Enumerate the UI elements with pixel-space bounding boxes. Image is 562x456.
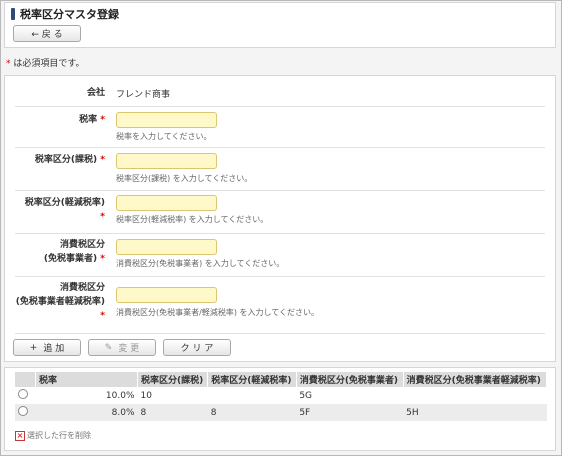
consumption-exempt-reduced-hint: 消費税区分(免税事業者/軽減税率) を入力してください。	[116, 308, 319, 317]
cell-exempt: 5G	[299, 390, 313, 401]
tax-class-taxable-label: 税率区分(課税) *	[34, 155, 105, 165]
row-select[interactable]	[15, 404, 36, 421]
company-row: 会社 フレンド商事	[15, 80, 545, 107]
tax-class-reduced-hint: 税率区分(軽減税率) を入力してください。	[116, 215, 269, 224]
cell-reduced: 8	[207, 404, 297, 421]
consumption-exempt-reduced-input[interactable]	[116, 287, 217, 303]
header-exempt: 消費税区分(免税事業者)	[296, 372, 404, 387]
tax-class-taxable-input[interactable]	[116, 153, 217, 169]
pencil-icon: ✎	[104, 342, 113, 353]
title-accent-bar	[11, 8, 15, 20]
consumption-exempt-row: 消費税区分 (免税事業者) * 消費税区分(免税事業者) を入力してください。	[15, 234, 545, 277]
consumption-exempt-input[interactable]	[116, 239, 217, 255]
required-note: * は必須項目です。	[6, 56, 84, 69]
add-button[interactable]: + 追 加	[13, 339, 81, 356]
clear-button[interactable]: ク リ ア	[163, 339, 231, 356]
company-label: 会社	[86, 88, 105, 98]
plus-icon: +	[29, 342, 38, 353]
tax-rate-hint: 税率を入力してください。	[116, 132, 212, 141]
cell-exempt-reduced: 5H	[403, 404, 547, 421]
row-select[interactable]	[15, 387, 36, 404]
header-exempt-reduced: 消費税区分(免税事業者軽減税率)	[403, 372, 548, 387]
tax-class-taxable-hint: 税率区分(課税) を入力してください。	[116, 174, 253, 183]
cell-rate: 8.0%	[35, 404, 138, 421]
tax-rate-label: 税率 *	[79, 115, 105, 125]
page-title: 税率区分マスタ登録	[20, 8, 119, 21]
table-row[interactable]: 10.0% 10 5G	[15, 387, 547, 404]
header-reduced: 税率区分(軽減税率)	[207, 372, 297, 387]
company-value: フレンド商事	[116, 90, 171, 100]
delete-selected-link[interactable]: × 選択した行を削除	[15, 430, 91, 441]
results-panel: 税率 税率区分(課税) 税率区分(軽減税率) 消費税区分(免税事業者) 消費税区…	[4, 367, 556, 451]
table-row[interactable]: 8.0% 8 8 5F 5H	[15, 404, 547, 421]
required-note-text: は必須項目です。	[10, 59, 85, 69]
header-rate: 税率	[35, 372, 138, 387]
results-table: 税率 税率区分(課税) 税率区分(軽減税率) 消費税区分(免税事業者) 消費税区…	[15, 372, 548, 421]
tax-rate-row: 税率 * 税率を入力してください。	[15, 107, 545, 148]
cell-exempt: 5F	[296, 404, 404, 421]
tax-class-reduced-input[interactable]	[116, 195, 217, 211]
delete-selected-label: 選択した行を削除	[27, 431, 91, 440]
tax-class-reduced-label: 税率区分(軽減税率) *	[24, 198, 105, 222]
header-select	[15, 372, 36, 387]
tax-class-taxable-row: 税率区分(課税) * 税率区分(課税) を入力してください。	[15, 148, 545, 191]
change-button[interactable]: ✎ 変 更	[88, 339, 156, 356]
form-panel: 会社 フレンド商事 税率 * 税率を入力してください。 税率区分(課税) * 税…	[4, 75, 556, 362]
radio-button[interactable]	[18, 406, 28, 416]
consumption-exempt-label: 消費税区分 (免税事業者) *	[43, 240, 105, 264]
table-header-row: 税率 税率区分(課税) 税率区分(軽減税率) 消費税区分(免税事業者) 消費税区…	[15, 372, 548, 387]
cell-exempt-reduced	[403, 387, 546, 404]
cell-reduced	[208, 387, 297, 404]
consumption-exempt-reduced-row: 消費税区分 (免税事業者軽減税率) * 消費税区分(免税事業者/軽減税率) を入力し…	[15, 277, 545, 334]
delete-icon: ×	[15, 430, 25, 441]
tax-class-reduced-row: 税率区分(軽減税率) * 税率区分(軽減税率) を入力してください。	[15, 191, 545, 234]
cell-taxable: 8	[137, 404, 208, 421]
radio-button[interactable]	[18, 389, 28, 399]
back-button[interactable]: ← 戻 る	[13, 25, 81, 42]
cell-taxable: 10	[140, 390, 152, 401]
tax-rate-input[interactable]	[116, 112, 217, 128]
header-taxable: 税率区分(課税)	[137, 372, 209, 387]
consumption-exempt-hint: 消費税区分(免税事業者) を入力してください。	[116, 259, 285, 268]
cell-rate: 10.0%	[105, 390, 135, 401]
consumption-exempt-reduced-label: 消費税区分 (免税事業者軽減税率) *	[15, 283, 105, 321]
header-panel: 税率区分マスタ登録 ← 戻 る	[4, 2, 556, 48]
